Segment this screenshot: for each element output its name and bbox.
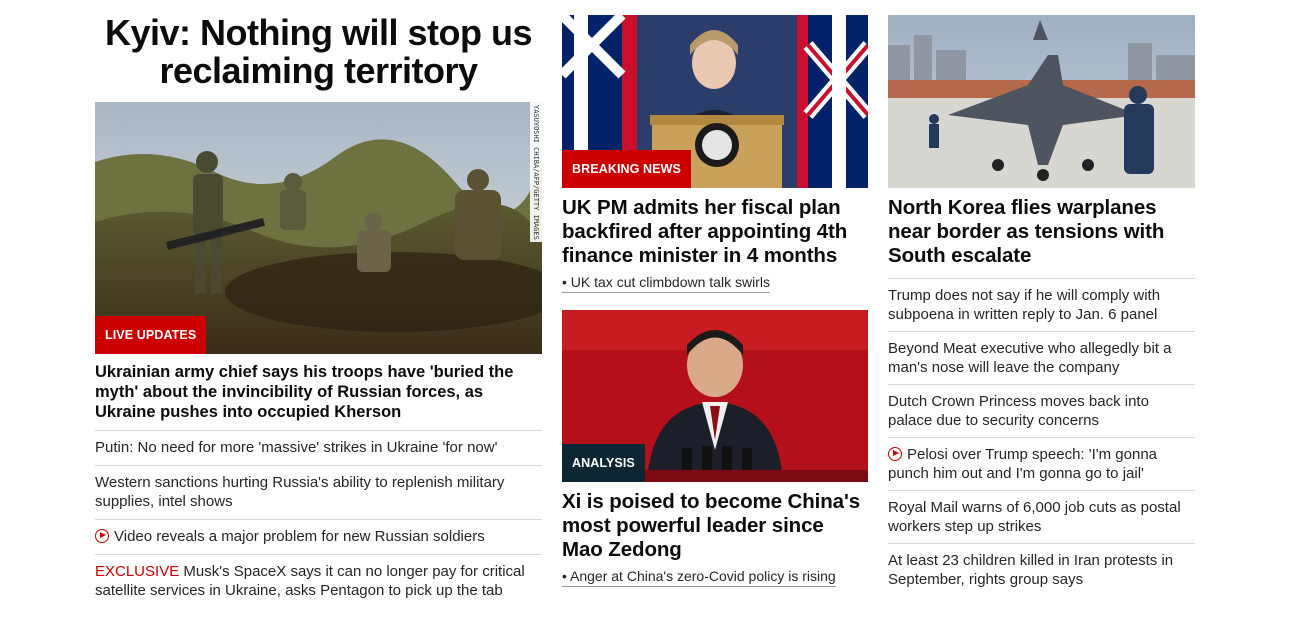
- main-headline[interactable]: Kyiv: Nothing will stop us reclaiming te…: [95, 14, 542, 90]
- play-icon: [95, 529, 109, 543]
- list-item[interactable]: Royal Mail warns of 6,000 job cuts as po…: [888, 490, 1195, 543]
- list-item[interactable]: At least 23 children killed in Iran prot…: [888, 543, 1195, 596]
- list-item[interactable]: Dutch Crown Princess moves back into pal…: [888, 384, 1195, 437]
- left-related-links: Putin: No need for more 'massive' strike…: [95, 430, 542, 608]
- live-updates-badge: LIVE UPDATES: [95, 316, 207, 354]
- link-putin[interactable]: Putin: No need for more 'massive' strike…: [95, 439, 497, 456]
- north-korea-headline[interactable]: North Korea flies warplanes near border …: [888, 196, 1195, 268]
- xi-headline[interactable]: Xi is poised to become China's most powe…: [562, 490, 868, 562]
- list-item[interactable]: Beyond Meat executive who allegedly bit …: [888, 331, 1195, 384]
- play-icon: [888, 447, 902, 461]
- breaking-news-badge: BREAKING NEWS: [562, 150, 691, 188]
- uk-pm-image[interactable]: BREAKING NEWS: [562, 15, 868, 188]
- list-item[interactable]: Western sanctions hurting Russia's abili…: [95, 465, 542, 519]
- uk-tax-sublink[interactable]: • UK tax cut climbdown talk swirls: [562, 274, 770, 293]
- link-royal-mail[interactable]: Royal Mail warns of 6,000 job cuts as po…: [888, 499, 1181, 535]
- china-covid-sublink[interactable]: • Anger at China's zero-Covid policy is …: [562, 568, 836, 587]
- analysis-badge: ANALYSIS: [562, 444, 645, 482]
- link-trump-subpoena[interactable]: Trump does not say if he will comply wit…: [888, 287, 1160, 323]
- right-column: North Korea flies warplanes near border …: [888, 0, 1195, 596]
- photo-credit: YASUYOSHI CHIBA/AFP/GETTY IMAGES: [530, 102, 542, 242]
- middle-column: BREAKING NEWS UK PM admits her fiscal pl…: [562, 0, 868, 587]
- lead-story-headline[interactable]: Ukrainian army chief says his troops hav…: [95, 362, 542, 422]
- link-dutch-princess[interactable]: Dutch Crown Princess moves back into pal…: [888, 393, 1149, 429]
- link-video-russian-soldiers[interactable]: Video reveals a major problem for new Ru…: [114, 528, 485, 545]
- warplane-image[interactable]: [888, 15, 1195, 188]
- right-related-links: Trump does not say if he will comply wit…: [888, 278, 1195, 596]
- link-pelosi[interactable]: Pelosi over Trump speech: 'I'm gonna pun…: [888, 446, 1157, 482]
- list-item[interactable]: Trump does not say if he will comply wit…: [888, 278, 1195, 331]
- exclusive-label: EXCLUSIVE: [95, 563, 180, 580]
- list-item[interactable]: Pelosi over Trump speech: 'I'm gonna pun…: [888, 437, 1195, 490]
- list-item[interactable]: Video reveals a major problem for new Ru…: [95, 519, 542, 554]
- link-sanctions[interactable]: Western sanctions hurting Russia's abili…: [95, 474, 504, 510]
- uk-pm-headline[interactable]: UK PM admits her fiscal plan backfired a…: [562, 196, 868, 268]
- ukraine-soldiers-image[interactable]: YASUYOSHI CHIBA/AFP/GETTY IMAGES LIVE UP…: [95, 102, 542, 354]
- list-item[interactable]: EXCLUSIVE Musk's SpaceX says it can no l…: [95, 554, 542, 608]
- link-iran-protests[interactable]: At least 23 children killed in Iran prot…: [888, 552, 1173, 588]
- list-item[interactable]: Putin: No need for more 'massive' strike…: [95, 430, 542, 465]
- left-column: Kyiv: Nothing will stop us reclaiming te…: [95, 0, 542, 608]
- xi-jinping-image[interactable]: ANALYSIS: [562, 310, 868, 482]
- link-beyond-meat[interactable]: Beyond Meat executive who allegedly bit …: [888, 340, 1172, 376]
